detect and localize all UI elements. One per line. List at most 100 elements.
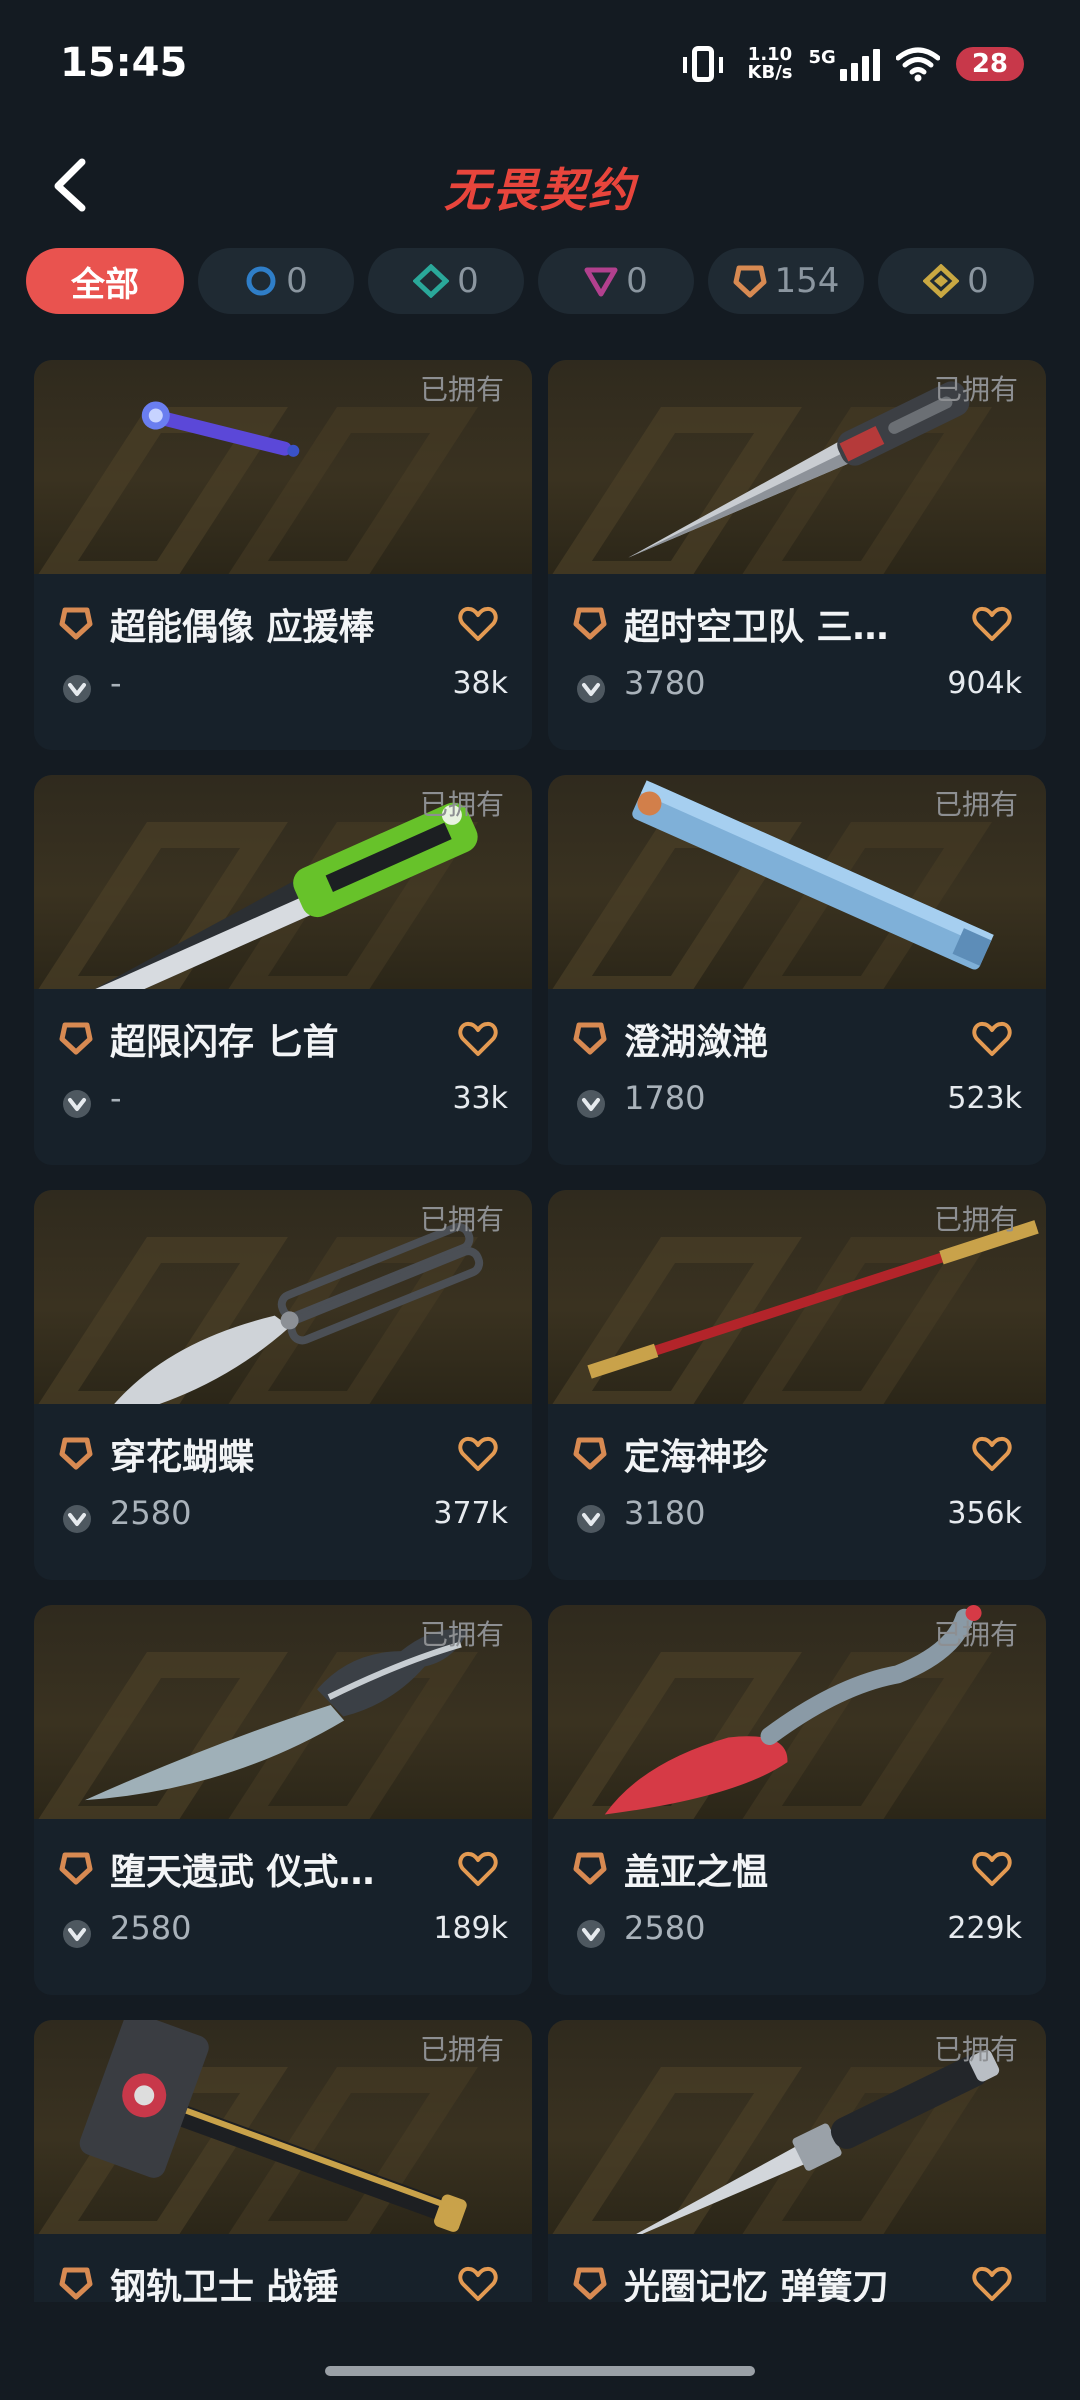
filter-premium-tier[interactable]: 0 — [538, 248, 694, 314]
skin-image: 已拥有 — [34, 775, 532, 989]
like-count: 189k — [433, 1911, 508, 1946]
filter-all-button[interactable]: 全部 — [26, 248, 184, 314]
skin-info: 光圈记忆 弹簧刀 — [548, 2234, 1046, 2302]
tier-filter-bar: 全部 0 0 0 154 0 — [26, 248, 1034, 314]
skin-card-1[interactable]: 已拥有 超能偶像 应援棒 - 38k — [34, 360, 532, 750]
status-bar: 15:45 1.10 KB/s 5G 28 — [0, 0, 1080, 130]
exclusive-tier-icon — [573, 607, 607, 640]
skin-name: 堕天遗武 仪式… — [110, 1852, 375, 1893]
owned-label: 已拥有 — [933, 1203, 1018, 1236]
page-title: 无畏契约 — [444, 163, 636, 217]
exclusive-tier-icon — [59, 2267, 93, 2300]
skin-price: 3180 — [624, 1494, 706, 1532]
exclusive-tier-icon — [573, 2267, 607, 2300]
vp-currency-icon — [577, 1505, 605, 1533]
skin-name: 澄湖潋滟 — [624, 1022, 769, 1063]
filter-ultra-tier[interactable]: 0 — [878, 248, 1034, 314]
like-count: 229k — [947, 1911, 1022, 1946]
vibrate-icon — [682, 46, 723, 82]
owned-label: 已拥有 — [933, 1618, 1018, 1651]
vp-currency-icon — [577, 1090, 605, 1118]
skin-card-10[interactable]: 已拥有 光圈记忆 弹簧刀 — [548, 2020, 1046, 2302]
skin-image: 已拥有 — [548, 1190, 1046, 1404]
vp-currency-icon — [577, 675, 605, 703]
signal-icon: 5G — [809, 47, 880, 81]
heart-icon[interactable] — [972, 2266, 1012, 2302]
skin-image: 已拥有 — [34, 2020, 532, 2234]
heart-icon[interactable] — [458, 1021, 498, 1057]
heart-icon[interactable] — [972, 606, 1012, 642]
filter-count: 154 — [774, 261, 840, 301]
filter-exclusive-tier[interactable]: 154 — [708, 248, 864, 314]
owned-label: 已拥有 — [933, 373, 1018, 406]
skin-card-7[interactable]: 已拥有 堕天遗武 仪式… 2580 189k — [34, 1605, 532, 1995]
owned-label: 已拥有 — [419, 1618, 504, 1651]
vp-currency-icon — [63, 1920, 91, 1948]
skin-info: 定海神珍 3180 356k — [548, 1404, 1046, 1580]
skin-card-6[interactable]: 已拥有 定海神珍 3180 356k — [548, 1190, 1046, 1580]
skin-grid: 已拥有 超能偶像 应援棒 - 38k 已拥有 超时空卫队 三… 3780 904… — [34, 360, 1046, 2302]
skin-info: 堕天遗武 仪式… 2580 189k — [34, 1819, 532, 1995]
skin-info: 超能偶像 应援棒 - 38k — [34, 574, 532, 750]
skin-price: 2580 — [110, 1494, 192, 1532]
exclusive-tier-icon — [733, 265, 767, 298]
filter-count: 0 — [286, 261, 308, 301]
skin-card-9[interactable]: 已拥有 钢轨卫士 战锤 — [34, 2020, 532, 2302]
network-type: 5G — [808, 47, 836, 68]
skin-info: 钢轨卫士 战锤 — [34, 2234, 532, 2302]
like-count: 377k — [433, 1496, 508, 1531]
exclusive-tier-icon — [59, 1022, 93, 1055]
skin-price: 1780 — [624, 1079, 706, 1117]
skin-name: 超能偶像 应援棒 — [110, 607, 375, 648]
skin-image: 已拥有 — [548, 1605, 1046, 1819]
exclusive-tier-icon — [59, 1437, 93, 1470]
vp-currency-icon — [577, 1920, 605, 1948]
vp-currency-icon — [63, 1505, 91, 1533]
skin-price: 2580 — [110, 1909, 192, 1947]
status-icons: 1.10 KB/s 5G 28 — [682, 42, 1024, 86]
heart-icon[interactable] — [972, 1021, 1012, 1057]
filter-select-tier[interactable]: 0 — [198, 248, 354, 314]
exclusive-tier-icon — [59, 1852, 93, 1885]
skin-info: 盖亚之愠 2580 229k — [548, 1819, 1046, 1995]
heart-icon[interactable] — [458, 1436, 498, 1472]
net-speed-unit: KB/s — [747, 62, 793, 83]
owned-label: 已拥有 — [419, 2033, 504, 2066]
skin-card-2[interactable]: 已拥有 超时空卫队 三… 3780 904k — [548, 360, 1046, 750]
skin-image: 已拥有 — [548, 360, 1046, 574]
heart-icon[interactable] — [458, 606, 498, 642]
heart-icon[interactable] — [972, 1436, 1012, 1472]
skin-card-3[interactable]: 已拥有 超限闪存 匕首 - 33k — [34, 775, 532, 1165]
owned-label: 已拥有 — [933, 2033, 1018, 2066]
skin-name: 盖亚之愠 — [624, 1852, 769, 1893]
heart-icon[interactable] — [972, 1851, 1012, 1887]
skin-name: 钢轨卫士 战锤 — [110, 2267, 339, 2302]
like-count: 356k — [947, 1496, 1022, 1531]
like-count: 33k — [452, 1081, 508, 1116]
skin-info: 澄湖潋滟 1780 523k — [548, 989, 1046, 1165]
wifi-icon — [895, 47, 940, 82]
heart-icon[interactable] — [458, 1851, 498, 1887]
select-tier-icon — [246, 266, 276, 296]
home-indicator[interactable] — [325, 2366, 755, 2376]
clock: 15:45 — [60, 40, 188, 86]
premium-tier-icon — [584, 267, 618, 297]
exclusive-tier-icon — [59, 607, 93, 640]
skin-card-8[interactable]: 已拥有 盖亚之愠 2580 229k — [548, 1605, 1046, 1995]
skin-image: 已拥有 — [548, 2020, 1046, 2234]
skin-image: 已拥有 — [34, 360, 532, 574]
app-header: 无畏契约 — [0, 130, 1080, 240]
skin-name: 超限闪存 匕首 — [110, 1022, 339, 1063]
skin-card-5[interactable]: 已拥有 穿花蝴蝶 2580 377k — [34, 1190, 532, 1580]
skin-image: 已拥有 — [34, 1190, 532, 1404]
owned-label: 已拥有 — [933, 788, 1018, 821]
owned-label: 已拥有 — [419, 788, 504, 821]
skin-card-4[interactable]: 已拥有 澄湖潋滟 1780 523k — [548, 775, 1046, 1165]
owned-label: 已拥有 — [419, 373, 504, 406]
filter-deluxe-tier[interactable]: 0 — [368, 248, 524, 314]
net-speed: 1.10 KB/s — [748, 46, 793, 82]
vp-currency-icon — [63, 1090, 91, 1118]
heart-icon[interactable] — [458, 2266, 498, 2302]
like-count: 38k — [452, 666, 508, 701]
vp-currency-icon — [63, 675, 91, 703]
